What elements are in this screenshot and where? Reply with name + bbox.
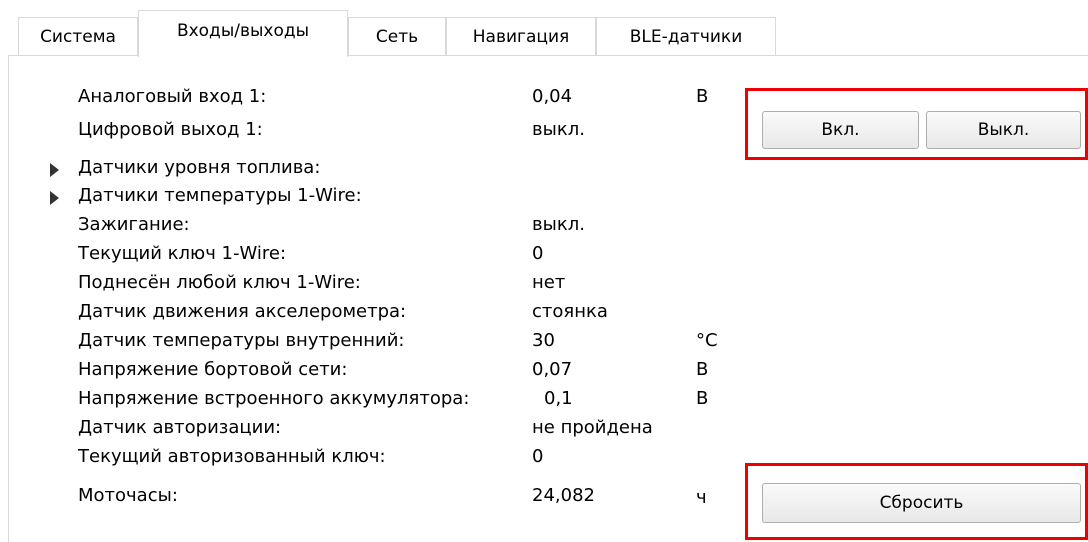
tab-network[interactable]: Сеть — [348, 17, 446, 55]
expand-arrow-icon[interactable] — [50, 191, 59, 205]
row-value: 0,04 — [532, 86, 573, 107]
row-unit: В — [696, 86, 709, 107]
row-unit: В — [696, 388, 709, 409]
row-label: Датчик движения акселерометра: — [78, 301, 407, 322]
row-value: стоянка — [532, 301, 608, 322]
row-value: не пройдена — [532, 417, 653, 438]
expand-arrow-icon[interactable] — [50, 163, 59, 177]
tab-system[interactable]: Система — [18, 17, 138, 55]
row-label: Датчики уровня топлива: — [78, 157, 321, 178]
row-unit: °C — [696, 330, 718, 351]
row-unit: В — [696, 359, 709, 380]
row-label: Напряжение встроенного аккумулятора: — [78, 388, 470, 409]
tab-label: Сеть — [375, 26, 419, 47]
tab-ble-sensors[interactable]: BLE-датчики — [596, 17, 776, 55]
row-value: 30 — [532, 330, 555, 351]
row-value: выкл. — [532, 214, 585, 235]
panel-border — [8, 56, 9, 542]
row-value: 0 — [532, 243, 544, 264]
row-label: Датчик температуры внутренний: — [78, 330, 405, 351]
row-label: Датчики температуры 1-Wire: — [78, 185, 362, 206]
tab-inputs-outputs[interactable]: Входы/выходы — [138, 10, 348, 57]
row-value: 24,082 — [532, 485, 595, 506]
row-value: 0 — [532, 446, 544, 467]
tab-bar: Система Входы/выходы Сеть Навигация BLE-… — [0, 0, 1088, 57]
row-value: 0,1 — [544, 388, 573, 409]
tab-label: Навигация — [472, 26, 570, 47]
row-label: Текущий авторизованный ключ: — [78, 446, 386, 467]
tab-label: Система — [40, 26, 116, 47]
row-label: Текущий ключ 1-Wire: — [78, 243, 287, 264]
row-value: нет — [532, 272, 566, 293]
row-label: Напряжение бортовой сети: — [78, 359, 348, 380]
row-label: Поднесён любой ключ 1-Wire: — [78, 272, 361, 293]
highlight-frame-reset-button — [745, 463, 1088, 540]
row-label: Датчик авторизации: — [78, 417, 282, 438]
row-value: 0,07 — [532, 359, 573, 380]
row-label: Моточасы: — [78, 485, 178, 506]
row-unit: ч — [696, 487, 707, 508]
row-label: Аналоговый вход 1: — [78, 86, 267, 107]
tab-navigation[interactable]: Навигация — [446, 17, 596, 55]
tab-label: Входы/выходы — [176, 21, 310, 41]
highlight-frame-output-buttons — [745, 88, 1088, 160]
tab-label: BLE-датчики — [629, 26, 743, 47]
row-label: Зажигание: — [78, 214, 190, 235]
row-label: Цифровой выход 1: — [78, 119, 263, 140]
row-value: выкл. — [532, 119, 585, 140]
